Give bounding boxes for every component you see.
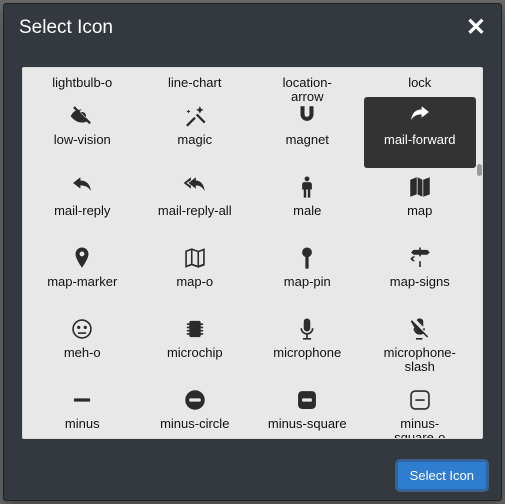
icon-label: meh-o: [62, 346, 103, 360]
icon-option-microphone-slash[interactable]: microphone- slash: [364, 310, 477, 381]
icon-label: mail-reply: [52, 204, 112, 218]
icon-label: mail-reply-all: [156, 204, 234, 218]
icon-option-microphone[interactable]: microphone: [251, 310, 364, 381]
minus-square-icon: [292, 385, 322, 415]
minus-circle-icon: [180, 385, 210, 415]
icon-label: minus- square-o: [392, 417, 447, 439]
select-icon-dialog: Select Icon ✕ lightbulb-o line-chart locat…: [3, 3, 502, 501]
minus-square-o-icon: [405, 385, 435, 415]
icon-option-microchip[interactable]: microchip: [139, 310, 252, 381]
titlebar: Select Icon ✕: [4, 4, 501, 49]
dialog-title: Select Icon: [19, 17, 113, 39]
mail-reply-all-icon: [180, 172, 210, 202]
icon-label: low-vision: [52, 133, 113, 147]
map-marker-icon: [67, 243, 97, 273]
icon-label: magic: [175, 133, 214, 147]
mail-forward-icon: [405, 101, 435, 131]
map-o-icon: [180, 243, 210, 273]
map-pin-icon: [292, 243, 322, 273]
icon-label: map: [405, 204, 434, 218]
close-icon[interactable]: ✕: [466, 18, 486, 38]
icon-label: male: [291, 204, 323, 218]
icon-label: microphone- slash: [382, 346, 458, 374]
icon-label: mail-forward: [382, 133, 458, 147]
icon-label: map-pin: [282, 275, 333, 289]
minus-icon: [67, 385, 97, 415]
select-icon-button[interactable]: Select Icon: [397, 461, 487, 490]
icon-option-minus-square[interactable]: minus-square: [251, 381, 364, 439]
icon-option-map-o[interactable]: map-o: [139, 239, 252, 310]
icon-option-lock[interactable]: lock: [364, 68, 477, 97]
icon-option-map-marker[interactable]: map-marker: [26, 239, 139, 310]
icon-label: minus-square: [266, 417, 349, 431]
map-icon: [405, 172, 435, 202]
low-vision-icon: [67, 101, 97, 131]
icon-option-map-signs[interactable]: map-signs: [364, 239, 477, 310]
icon-label: lightbulb-o: [50, 76, 114, 90]
scrollbar-thumb[interactable]: [477, 164, 482, 176]
icon-option-lightbulb-o[interactable]: lightbulb-o: [26, 68, 139, 97]
icon-option-male[interactable]: male: [251, 168, 364, 239]
icon-option-mail-reply-all[interactable]: mail-reply-all: [139, 168, 252, 239]
icon-option-line-chart[interactable]: line-chart: [139, 68, 252, 97]
icon-label: line-chart: [166, 76, 223, 90]
mail-reply-icon: [67, 172, 97, 202]
microphone-slash-icon: [405, 314, 435, 344]
scrollbar-track: [476, 68, 482, 438]
microphone-icon: [292, 314, 322, 344]
icon-label: map-marker: [45, 275, 119, 289]
male-icon: [292, 172, 322, 202]
icon-option-meh-o[interactable]: meh-o: [26, 310, 139, 381]
icon-option-minus-square-o[interactable]: minus- square-o: [364, 381, 477, 439]
icon-option-minus[interactable]: minus: [26, 381, 139, 439]
icon-option-map-pin[interactable]: map-pin: [251, 239, 364, 310]
meh-o-icon: [67, 314, 97, 344]
icon-option-mail-forward[interactable]: mail-forward: [364, 97, 477, 168]
icon-label: map-o: [174, 275, 215, 289]
microchip-icon: [180, 314, 210, 344]
icon-grid-panel: lightbulb-o line-chart location- arrow lock…: [22, 67, 483, 439]
map-signs-icon: [405, 243, 435, 273]
icon-grid: lightbulb-o line-chart location- arrow lock…: [23, 68, 479, 439]
icon-option-low-vision[interactable]: low-vision: [26, 97, 139, 168]
icon-option-minus-circle[interactable]: minus-circle: [139, 381, 252, 439]
magnet-icon: [292, 101, 322, 131]
magic-icon: [180, 101, 210, 131]
icon-option-magic[interactable]: magic: [139, 97, 252, 168]
dialog-footer: Select Icon: [397, 461, 487, 490]
icon-label: lock: [406, 76, 433, 90]
icon-option-location-arrow[interactable]: location- arrow: [251, 68, 364, 97]
icon-scroll-area[interactable]: lightbulb-o line-chart location- arrow lock…: [23, 68, 482, 438]
icon-label: minus-circle: [158, 417, 231, 431]
icon-option-map[interactable]: map: [364, 168, 477, 239]
icon-label: minus: [63, 417, 102, 431]
icon-label: microchip: [165, 346, 225, 360]
icon-label: map-signs: [388, 275, 452, 289]
icon-label: microphone: [271, 346, 343, 360]
icon-option-mail-reply[interactable]: mail-reply: [26, 168, 139, 239]
icon-label: magnet: [284, 133, 331, 147]
icon-option-magnet[interactable]: magnet: [251, 97, 364, 168]
